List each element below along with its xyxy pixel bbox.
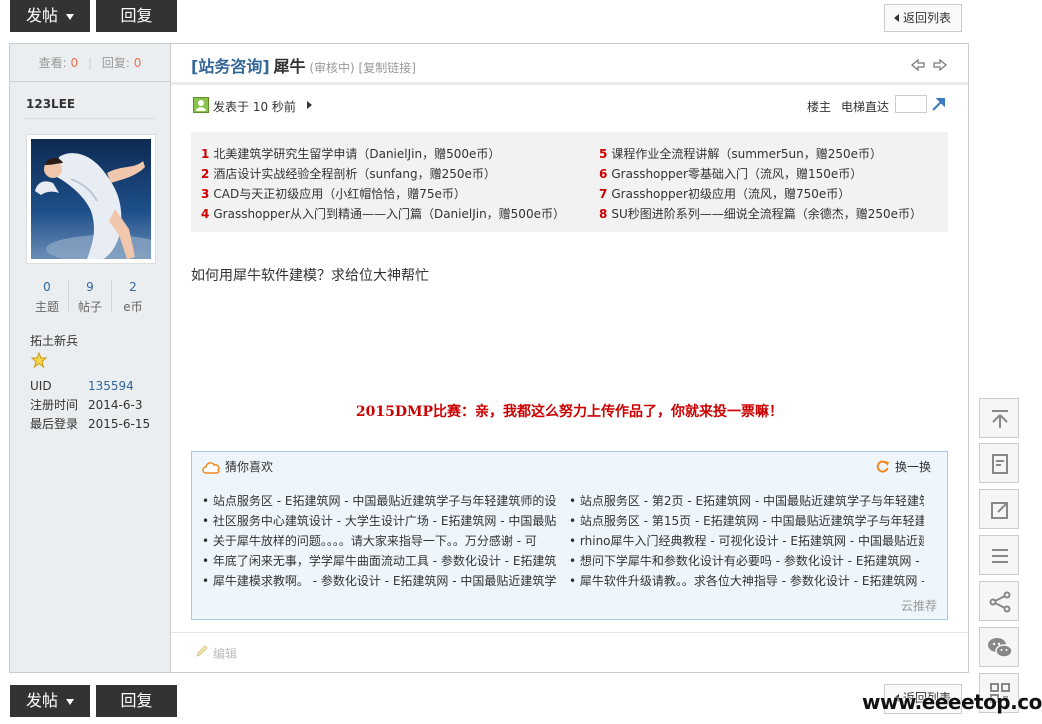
wechat-side-button[interactable] (979, 627, 1019, 667)
floor-jump-input[interactable] (895, 95, 927, 113)
refresh-icon[interactable] (875, 459, 890, 474)
recommended-courses: 1 北美建筑学研究生留学申请（DanielJin，赠500e币） 2 酒店设计实战经… (191, 132, 948, 232)
avatar[interactable] (26, 134, 166, 264)
edit-button[interactable]: 编辑 (213, 645, 237, 662)
thread-title: [站务咨询] 犀牛 (审核中) [复制链接] (191, 54, 416, 80)
back-to-list-button[interactable]: 返回列表 (884, 4, 963, 32)
arrow-up-icon (992, 410, 1008, 428)
quick-reply-side-button[interactable] (979, 489, 1019, 529)
back-to-top-button[interactable] (979, 398, 1019, 438)
arrow-right-icon[interactable] (307, 101, 312, 109)
count-posts[interactable]: 9 帖子 (69, 280, 111, 315)
list-item[interactable]: 5 课程作业全流程讲解（summer5un，赠250e币） (599, 145, 882, 162)
menu-side-button[interactable] (979, 535, 1019, 575)
list-item[interactable]: 2 酒店设计实战经验全程剖析（sunfang，赠250e币） (201, 165, 496, 182)
list-item[interactable]: 4 Grasshopper从入门到精通——入门篇（DanielJin，赠500e币… (201, 205, 565, 222)
page-title: 犀牛 (273, 57, 306, 76)
share-side-button[interactable] (979, 581, 1019, 621)
back-to-list-label: 返回列表 (903, 11, 952, 25)
refresh-button[interactable]: 换一换 (895, 458, 931, 475)
star-icon (31, 352, 47, 368)
author-info: UID 135594 注册时间 2014-6-3 最后登录 2015-6-15 (30, 377, 160, 434)
floor-label: 楼主 (807, 100, 832, 114)
info-register: 注册时间 2014-6-3 (30, 398, 143, 412)
caret-down-icon (66, 13, 74, 20)
count-topics[interactable]: 0 主题 (26, 280, 68, 315)
edit-icon[interactable] (195, 644, 209, 658)
post-button-label: 发帖 (25, 6, 58, 25)
list-icon (992, 549, 1008, 563)
list-item[interactable]: 8 SU秒图进阶系列——细说全流程篇（余德杰，赠250e币） (599, 205, 922, 222)
list-item[interactable]: • 犀牛软件升级请教。。求各位大神指导 - 参数化设计 - E拓建筑网 - (569, 572, 924, 589)
guess-title: 猜你喜欢 (225, 460, 274, 474)
author-name[interactable]: 123LEE (26, 97, 75, 111)
wechat-icon (988, 638, 1013, 658)
list-item[interactable]: • 社区服务中心建筑设计 - 大学生设计广场 - E拓建筑网 - 中国最贴近 (202, 512, 557, 529)
uid-link[interactable]: 135594 (88, 379, 134, 393)
online-user-icon (193, 97, 209, 113)
next-thread-icon[interactable] (933, 58, 947, 72)
reply-button-label: 回复 (120, 6, 153, 25)
post-body: 如何用犀牛软件建模？求给位大神帮忙 (191, 268, 429, 284)
promo-link[interactable]: 2015DMP比赛：亲，我都这么努力上传作品了，你就来投一票嘛！ (191, 401, 948, 421)
list-item[interactable]: • 站点服务区 - 第2页 - E拓建筑网 - 中国最贴近建筑学子与年轻建筑 (569, 492, 924, 509)
cloud-recommend-label: 云推荐 (900, 599, 937, 613)
return-list-side-button[interactable] (979, 443, 1019, 483)
thread-stats: 查看: 0 | 回复: 0 (10, 44, 170, 82)
replies-count: 0 (133, 56, 142, 70)
post-content: [站务咨询] 犀牛 (审核中) [复制链接] 发表于 10 秒前 楼主 电梯直达… (171, 44, 968, 672)
list-item[interactable]: 1 北美建筑学研究生留学申请（DanielJin，赠500e币） (201, 145, 500, 162)
list-item[interactable]: • 站点服务区 - 第15页 - E拓建筑网 - 中国最贴近建筑学子与年轻建 (569, 512, 924, 529)
list-item[interactable]: 3 CAD与天正初级应用（小红帽恰恰，赠75e币） (201, 185, 466, 202)
post-button[interactable]: 发帖 (10, 0, 90, 32)
list-item[interactable]: • 站点服务区 - E拓建筑网 - 中国最贴近建筑学子与年轻建筑师的设 (202, 492, 557, 509)
divider (171, 82, 968, 85)
reply-button-label: 回复 (120, 691, 153, 710)
document-icon (992, 454, 1008, 474)
list-item[interactable]: 7 Grasshopper初级应用（流风，赠750e币） (599, 185, 850, 202)
author-rank: 拓土新兵 (30, 334, 79, 348)
info-last-login: 最后登录 2015-6-15 (30, 417, 151, 431)
divider (171, 632, 968, 633)
post-time: 发表于 10 秒前 (213, 100, 296, 114)
list-item[interactable]: • rhino犀牛入门经典教程 - 可视化设计 - E拓建筑网 - 中国最贴近建 (569, 532, 924, 549)
guess-you-like: 猜你喜欢 换一换 • 站点服务区 - E拓建筑网 - 中国最贴近建筑学子与年轻建… (191, 451, 948, 620)
list-item[interactable]: • 犀牛建模求教啊。 - 参数化设计 - E拓建筑网 - 中国最贴近建筑学子 (202, 572, 557, 589)
list-item[interactable]: 6 Grasshopper零基础入门（流风，赠150e币） (599, 165, 862, 182)
status-badge: (审核中) (309, 61, 355, 75)
list-item[interactable]: • 关于犀牛放样的问题。。。。请大家来指导一下。。万分感谢 - 可 (202, 532, 557, 549)
views-label: 查看: (38, 56, 67, 70)
go-arrow-icon[interactable] (931, 96, 947, 112)
replies-label: 回复: (101, 56, 130, 70)
caret-down-icon (66, 698, 74, 705)
reply-button[interactable]: 回复 (96, 0, 177, 32)
info-uid: UID 135594 (30, 379, 134, 393)
copy-link-button[interactable]: [复制链接] (359, 61, 416, 75)
share-icon (989, 591, 1011, 613)
post-frame: 查看: 0 | 回复: 0 123LEE 0 主题 9 帖子 2 e币 拓土新兵… (9, 43, 969, 673)
cloud-icon (202, 462, 220, 474)
views-count: 0 (70, 56, 79, 70)
list-item[interactable]: • 想问下学犀牛和参数化设计有必要吗 - 参数化设计 - E拓建筑网 - 中 (569, 552, 924, 569)
arrow-left-icon (894, 14, 899, 22)
prev-thread-icon[interactable] (911, 58, 925, 72)
edit-square-icon (991, 502, 1008, 519)
avatar-image (31, 139, 166, 263)
post-button-label: 发帖 (25, 691, 58, 710)
author-counts: 0 主题 9 帖子 2 e币 (26, 280, 154, 316)
post-button-bottom[interactable]: 发帖 (10, 685, 90, 717)
forum-link[interactable]: [站务咨询] (191, 57, 270, 76)
jump-label: 电梯直达 (841, 100, 890, 114)
count-ecoins[interactable]: 2 e币 (112, 280, 154, 315)
reply-button-bottom[interactable]: 回复 (96, 685, 177, 717)
watermark: www.eeeetop.com (862, 690, 1042, 714)
author-sidebar: 查看: 0 | 回复: 0 123LEE 0 主题 9 帖子 2 e币 拓土新兵… (10, 44, 171, 672)
list-item[interactable]: • 年底了闲来无事，学学犀牛曲面流动工具 - 参数化设计 - E拓建筑 (202, 552, 557, 569)
divider (24, 118, 156, 119)
